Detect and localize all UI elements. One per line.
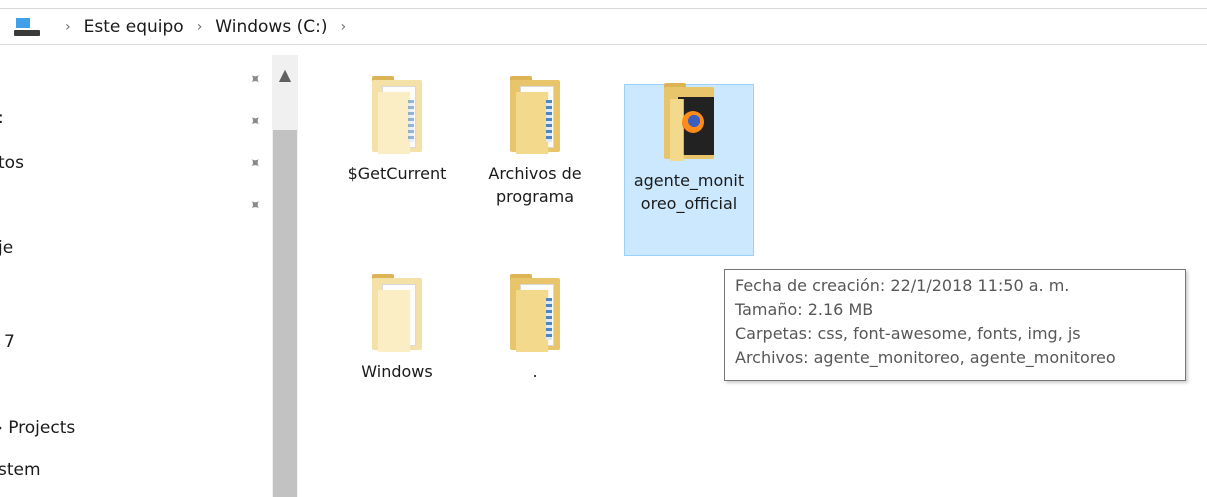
nav-item[interactable]: tos (0, 153, 24, 173)
nav-item[interactable]: stem (0, 460, 41, 480)
breadcrumb-item-este-equipo[interactable]: Este equipo (84, 17, 184, 37)
pin-icon[interactable]: ✦ (242, 66, 267, 91)
address-bar[interactable]: › Este equipo › Windows (C:) › (0, 0, 1207, 48)
folder-label: Archivos de programa (488, 164, 582, 206)
tooltip-created: Fecha de creación: 22/1/2018 11:50 a. m. (735, 276, 1070, 295)
pin-icon[interactable]: ✦ (242, 150, 267, 175)
folder-icon (506, 274, 564, 352)
folder-label: . (532, 362, 538, 381)
navigation-pane: : tos je 7 › Projects stem ✦ ✦ ✦ ✦ (0, 48, 300, 497)
breadcrumb-item-windows-c[interactable]: Windows (C:) (215, 17, 327, 37)
folder-tooltip: Fecha de creación: 22/1/2018 11:50 a. m.… (724, 269, 1186, 381)
pin-icon[interactable]: ✦ (242, 192, 267, 217)
folder-item[interactable]: Windows (332, 274, 462, 383)
folder-label: $GetCurrent (347, 164, 447, 183)
this-pc-icon[interactable] (14, 17, 40, 37)
nav-item[interactable]: : (0, 108, 4, 128)
tooltip-size: Tamaño: 2.16 MB (735, 300, 874, 319)
folder-item[interactable]: . (470, 274, 600, 383)
breadcrumb-separator[interactable]: › (65, 19, 71, 35)
breadcrumb-separator[interactable]: › (340, 19, 346, 35)
folder-icon (660, 83, 718, 161)
breadcrumb-separator[interactable]: › (197, 19, 203, 35)
tooltip-folders: Carpetas: css, font-awesome, fonts, img,… (735, 324, 1081, 343)
nav-item[interactable]: je (0, 238, 13, 258)
folder-icon (506, 76, 564, 154)
nav-scrollbar[interactable]: ▲ (272, 55, 298, 497)
folder-icon (368, 274, 426, 352)
folder-item-selected[interactable]: agente_monitoreo_official (624, 83, 754, 256)
folder-label: Windows (361, 362, 433, 381)
chevron-up-icon[interactable]: ▲ (272, 61, 298, 87)
folder-label: agente_monitoreo_official (633, 171, 745, 213)
folder-icon (368, 76, 426, 154)
tooltip-files: Archivos: agente_monitoreo, agente_monit… (735, 348, 1116, 367)
scrollbar-thumb[interactable] (273, 130, 297, 497)
nav-item[interactable]: › Projects (0, 418, 75, 438)
nav-item[interactable]: 7 (4, 332, 15, 352)
breadcrumb: › Este equipo › Windows (C:) › (14, 15, 359, 39)
folder-item[interactable]: Archivos de programa (470, 76, 600, 208)
pin-icon[interactable]: ✦ (242, 108, 267, 133)
folder-item[interactable]: $GetCurrent (332, 76, 462, 185)
